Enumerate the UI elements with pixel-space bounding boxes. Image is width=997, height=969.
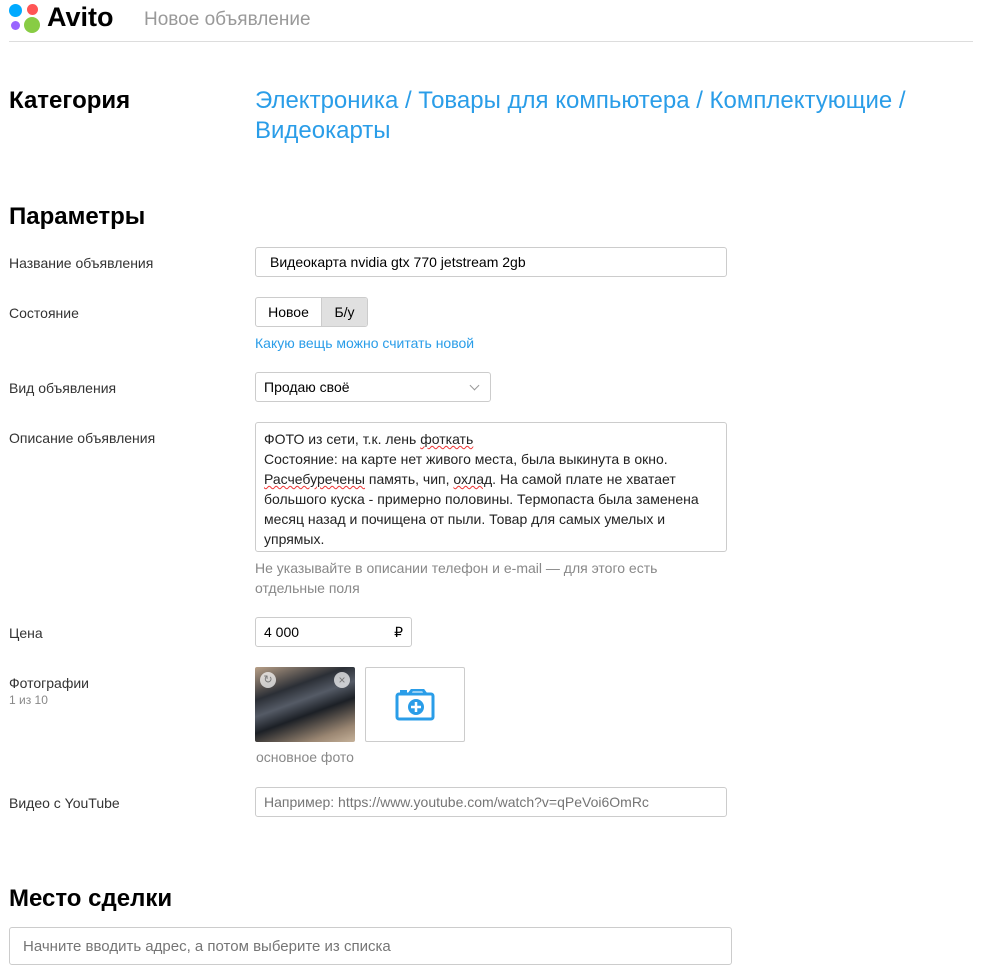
price-input[interactable]: 4 000 ₽ [255, 617, 412, 647]
location-heading: Место сделки [9, 885, 173, 912]
category-heading: Категория [9, 87, 131, 114]
title-input[interactable]: Видеокарта nvidia gtx 770 jetstream 2gb [255, 247, 727, 277]
video-label: Видео с YouTube [9, 795, 120, 811]
header-divider [9, 41, 973, 42]
camera-add-icon [395, 688, 435, 720]
logo-text: Avito [47, 2, 114, 32]
chevron-down-icon [469, 380, 480, 390]
condition-label: Состояние [9, 305, 79, 321]
price-label: Цена [9, 625, 43, 641]
condition-help-link[interactable]: Какую вещь можно считать новой [255, 335, 474, 351]
photos-count: 1 из 10 [9, 693, 48, 707]
address-input[interactable] [9, 927, 732, 965]
type-label: Вид объявления [9, 380, 117, 396]
category-path-line: Электроника / Товары для компьютера / Ко… [255, 87, 906, 114]
logo-dot-icon [11, 21, 20, 30]
close-icon[interactable]: × [334, 672, 350, 688]
title-label: Название объявления [9, 255, 154, 271]
condition-new-button[interactable]: Новое [256, 298, 322, 326]
category-path-line: Видеокарты [255, 117, 391, 144]
type-value: Продаю своё [264, 379, 350, 395]
description-hint: Не указывайте в описании телефон и e-mai… [255, 560, 658, 596]
category-path[interactable]: Электроника / Товары для компьютера / Ко… [255, 86, 906, 146]
currency-symbol: ₽ [394, 623, 403, 640]
logo-dot-icon [9, 4, 22, 17]
youtube-input[interactable] [255, 787, 727, 817]
price-value: 4 000 [264, 624, 300, 640]
main-photo-caption: основное фото [256, 749, 354, 765]
avito-logo[interactable]: Avito [9, 2, 129, 34]
add-photo-button[interactable] [365, 667, 465, 742]
page-title: Новое объявление [144, 9, 311, 30]
condition-toggle: Новое Б/у [255, 297, 368, 327]
title-value: Видеокарта nvidia gtx 770 jetstream 2gb [270, 254, 526, 270]
type-select[interactable]: Продаю своё [255, 372, 491, 402]
condition-used-button[interactable]: Б/у [322, 298, 367, 326]
logo-dot-icon [24, 17, 40, 33]
photo-thumbnail[interactable]: ↻ × [255, 667, 355, 742]
params-heading: Параметры [9, 203, 146, 230]
description-label: Описание объявления [9, 430, 156, 446]
photos-label: Фотографии [9, 675, 90, 691]
logo-dot-icon [27, 4, 38, 15]
rotate-icon[interactable]: ↻ [260, 672, 276, 688]
description-textarea[interactable]: ФОТО из сети, т.к. лень фоткать Состояни… [255, 422, 727, 552]
